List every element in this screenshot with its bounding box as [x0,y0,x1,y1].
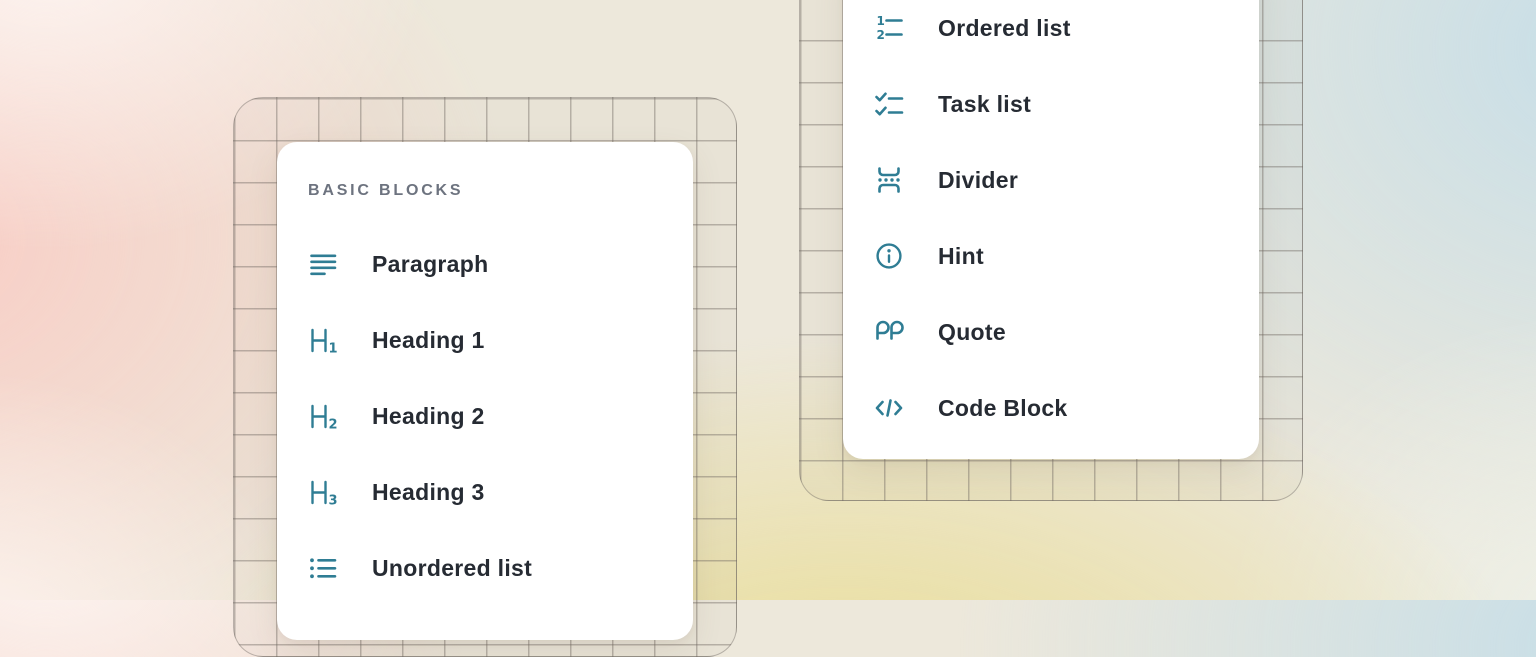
menu-item-label: Heading 1 [372,327,485,354]
svg-text:1: 1 [877,14,885,28]
menu-item-label: Heading 2 [372,403,485,430]
menu-item-heading-1[interactable]: 1 Heading 1 [277,302,693,378]
menu-item-label: Paragraph [372,251,488,278]
svg-text:1: 1 [329,342,338,357]
gradient-background: { "menus": { "left": { "section_label": … [0,0,1536,600]
menu-item-label: Unordered list [372,555,532,582]
block-menu-right-card: 1 2 Ordered list Task list Divider Hint [843,0,1259,459]
svg-text:2: 2 [329,418,338,433]
paragraph-icon [307,248,339,280]
divider-icon [873,164,905,196]
menu-item-heading-3[interactable]: 3 Heading 3 [277,454,693,530]
menu-item-label: Code Block [938,395,1068,422]
menu-item-label: Quote [938,319,1006,346]
heading-3-icon: 3 [307,476,339,508]
section-label-basic-blocks: BASIC BLOCKS [308,182,463,200]
menu-item-task-list[interactable]: Task list [843,66,1259,142]
svg-text:2: 2 [877,28,885,42]
hint-icon [873,240,905,272]
menu-item-label: Divider [938,167,1018,194]
block-menu-left-card: BASIC BLOCKS Paragraph 1 Heading 1 2 Hea… [277,142,693,640]
menu-item-paragraph[interactable]: Paragraph [277,226,693,302]
menu-item-hint[interactable]: Hint [843,218,1259,294]
menu-item-quote[interactable]: Quote [843,294,1259,370]
menu-item-divider[interactable]: Divider [843,142,1259,218]
heading-1-icon: 1 [307,324,339,356]
menu-item-label: Heading 3 [372,479,485,506]
unordered-list-icon [307,552,339,584]
menu-item-label: Ordered list [938,15,1071,42]
ordered-list-icon: 1 2 [873,12,905,44]
menu-item-unordered-list[interactable]: Unordered list [277,530,693,606]
menu-item-ordered-list[interactable]: 1 2 Ordered list [843,0,1259,66]
menu-item-label: Hint [938,243,984,270]
svg-text:3: 3 [329,494,338,509]
task-list-icon [873,88,905,120]
heading-2-icon: 2 [307,400,339,432]
quote-icon [873,316,905,348]
menu-item-code-block[interactable]: Code Block [843,370,1259,446]
menu-item-heading-2[interactable]: 2 Heading 2 [277,378,693,454]
menu-item-label: Task list [938,91,1031,118]
code-block-icon [873,392,905,424]
